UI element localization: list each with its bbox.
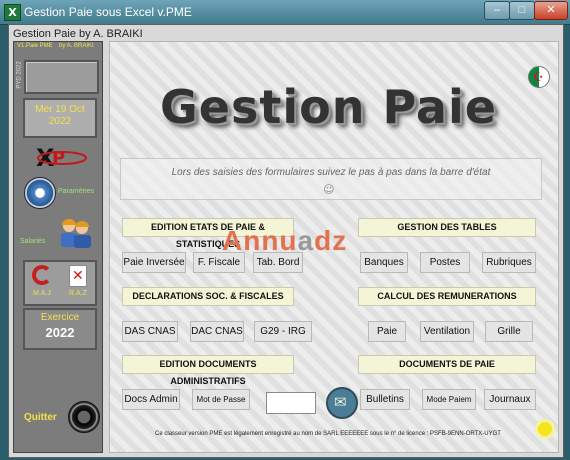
section-calcul: CALCUL DES REMUNERATIONS	[358, 287, 536, 306]
tab-bord-button[interactable]: Tab. Bord	[253, 252, 303, 273]
info-message: Lors des saisies des formulaires suivez …	[171, 167, 491, 178]
refresh-icon[interactable]	[32, 265, 52, 285]
mot-de-passe-button[interactable]: Mot de Passe	[192, 389, 250, 410]
version-label: V1.Paie PME	[17, 43, 53, 49]
users-icon[interactable]	[57, 217, 93, 249]
sidebar: V1.Paie PME by A. BRAIKI PYD 2022 Mer 19…	[13, 41, 103, 453]
logo-box	[24, 60, 99, 94]
userform: Gestion Paie by A. BRAIKI ⚐ V1.Paie PME …	[8, 24, 564, 458]
salaries-label[interactable]: Salariés	[20, 238, 45, 245]
postes-button[interactable]: Postes	[420, 252, 470, 273]
journaux-button[interactable]: Journaux	[484, 389, 536, 410]
parametres-label[interactable]: Paramètres	[58, 188, 94, 195]
maj-label[interactable]: M.A.J	[33, 290, 51, 297]
das-cnas-button[interactable]: DAS CNAS	[122, 321, 178, 342]
minimize-button[interactable]: –	[484, 1, 510, 20]
banques-button[interactable]: Banques	[360, 252, 408, 273]
paie-inversee-button[interactable]: Paie Inversée	[122, 252, 186, 273]
watermark-part-b: dz	[314, 225, 348, 256]
password-input[interactable]	[266, 392, 316, 414]
quitter-label[interactable]: Quitter	[24, 412, 57, 423]
algeria-flag-icon	[528, 66, 550, 88]
rubriques-button[interactable]: Rubriques	[482, 252, 536, 273]
app-title: Gestion Paie	[160, 80, 497, 134]
date-display: Mer 19 Oct 2022	[23, 98, 97, 138]
info-message-box: Lors des saisies des formulaires suivez …	[120, 158, 542, 200]
exercice-box: Exercice 2022	[23, 308, 97, 350]
date-line-2: 2022	[48, 116, 72, 127]
g29-irg-button[interactable]: G29 - IRG	[254, 321, 312, 342]
vertical-label: PYD 2022	[16, 61, 23, 89]
excel-app-icon: X	[4, 4, 21, 21]
mail-icon[interactable]	[326, 387, 358, 419]
window-titlebar[interactable]: X Gestion Paie sous Excel v.PME – □ ✕	[0, 0, 570, 25]
smiley-icon: ☺	[323, 183, 335, 196]
author-label: by A. BRAIKI	[59, 43, 94, 49]
docs-admin-button[interactable]: Docs Admin	[122, 389, 180, 410]
grille-button[interactable]: Grille	[485, 321, 533, 342]
power-icon[interactable]	[68, 401, 100, 433]
raz-label[interactable]: R.A.Z	[69, 290, 87, 297]
close-button[interactable]: ✕	[534, 1, 568, 20]
form-title: Gestion Paie by A. BRAIKI	[13, 28, 143, 40]
xp-logo-icon: X P	[36, 144, 87, 172]
section-docs-admin: EDITION DOCUMENTS ADMINISTRATIFS	[122, 355, 294, 386]
delete-file-icon[interactable]	[69, 265, 87, 287]
paie-button[interactable]: Paie	[368, 321, 406, 342]
bulletins-button[interactable]: Bulletins	[360, 389, 410, 410]
maj-raz-box: M.A.J R.A.Z	[23, 260, 97, 306]
date-line-1: Mer 19 Oct	[35, 104, 85, 115]
maximize-button[interactable]: □	[509, 1, 535, 20]
main-panel: Gestion Paie Lors des saisies des formul…	[109, 41, 559, 453]
f-fiscale-button[interactable]: F. Fiscale	[193, 252, 245, 273]
window-title: Gestion Paie sous Excel v.PME	[24, 5, 192, 19]
section-declarations: DECLARATIONS SOC. & FISCALES	[122, 287, 294, 306]
sun-icon[interactable]	[538, 422, 552, 436]
dac-cnas-button[interactable]: DAC CNAS	[190, 321, 244, 342]
exercice-year: 2022	[45, 325, 75, 340]
license-footer: Ce classeur version PME est légalement e…	[155, 431, 501, 437]
mode-paiem-button[interactable]: Mode Paiem	[422, 389, 476, 410]
section-docs-paie: DOCUMENTS DE PAIE	[358, 355, 536, 374]
exercice-label: Exercice	[40, 312, 80, 323]
gear-icon[interactable]	[24, 177, 56, 209]
ventilation-button[interactable]: Ventilation	[420, 321, 474, 342]
section-tables: GESTION DES TABLES	[358, 218, 536, 237]
